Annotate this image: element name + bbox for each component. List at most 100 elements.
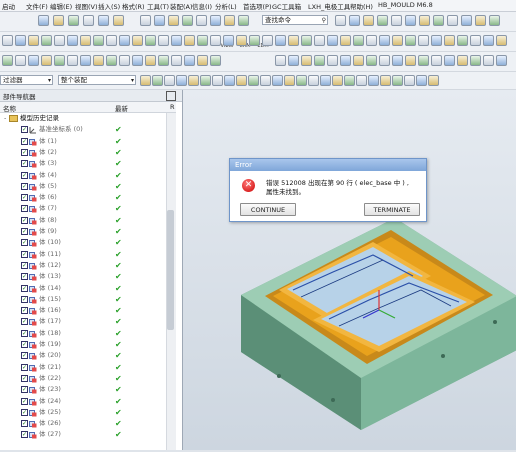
toolbar-button-icon[interactable] (391, 15, 402, 26)
col-name[interactable]: 名称 (3, 103, 16, 113)
toolbar-button-icon[interactable] (320, 75, 331, 86)
toolbar-button-icon[interactable] (296, 75, 307, 86)
list-item[interactable]: ✓ 体 (24) ✔ (0, 396, 168, 407)
toolbar-button-icon[interactable] (145, 55, 156, 66)
toolbar-button-icon[interactable] (404, 75, 415, 86)
toolbar-button-icon[interactable] (431, 55, 442, 66)
toolbar-button-icon[interactable] (356, 75, 367, 86)
checkbox[interactable]: ✓ (21, 420, 28, 428)
toolbar-button-icon[interactable] (444, 35, 455, 46)
list-item[interactable]: ✓ 体 (1) ✔ (0, 136, 168, 147)
menu-item[interactable]: 启动 (2, 1, 15, 11)
toolbar-button-icon[interactable] (15, 55, 26, 66)
list-item[interactable]: ✓ 体 (15) ✔ (0, 294, 168, 305)
terminate-button[interactable]: TERMINATE (364, 203, 420, 216)
toolbar-button-icon[interactable] (113, 15, 124, 26)
toolbar-button-icon[interactable] (67, 55, 78, 66)
toolbar-button-icon[interactable] (236, 35, 247, 46)
checkbox[interactable]: ✓ (21, 386, 28, 394)
checkbox[interactable]: ✓ (21, 273, 28, 281)
toolbar-button-icon[interactable] (197, 55, 208, 66)
menu-item[interactable]: 帮助(H) (350, 1, 373, 11)
toolbar-button-icon[interactable] (288, 35, 299, 46)
toolbar-button-icon[interactable] (416, 75, 427, 86)
toolbar-button-icon[interactable] (171, 55, 182, 66)
list-item[interactable]: ✓ 体 (18) ✔ (0, 328, 168, 339)
toolbar-button-icon[interactable] (392, 75, 403, 86)
toolbar-button-icon[interactable] (489, 15, 500, 26)
toolbar-button-icon[interactable] (262, 35, 273, 46)
col-extra[interactable]: R (170, 103, 175, 111)
checkbox[interactable]: ✓ (21, 160, 28, 168)
list-item[interactable]: ✓ 体 (9) ✔ (0, 226, 168, 237)
menu-item[interactable]: 视图(V) (75, 1, 98, 11)
checkbox[interactable]: ✓ (21, 261, 28, 269)
menu-item[interactable]: 格式(R) (122, 1, 145, 11)
toolbar-button-icon[interactable] (176, 75, 187, 86)
toolbar-button-icon[interactable] (54, 35, 65, 46)
checkbox[interactable]: ✓ (21, 216, 28, 224)
toolbar-button-icon[interactable] (210, 35, 221, 46)
toolbar-button-icon[interactable] (168, 15, 179, 26)
checkbox[interactable]: ✓ (21, 397, 28, 405)
menu-item[interactable]: 装配(A) (170, 1, 193, 11)
toolbar-button-icon[interactable] (433, 15, 444, 26)
toolbar-button-icon[interactable] (15, 35, 26, 46)
toolbar-button-icon[interactable] (164, 75, 175, 86)
tree-root[interactable]: - 模型历史记录 (0, 113, 168, 124)
list-item[interactable]: ✓ 体 (12) ✔ (0, 260, 168, 271)
toolbar-button-icon[interactable] (223, 35, 234, 46)
checkbox[interactable]: ✓ (21, 239, 28, 247)
menu-item[interactable]: HB_MOULD M6.8 (378, 1, 433, 9)
toolbar-button-icon[interactable] (93, 35, 104, 46)
checkbox[interactable]: ✓ (21, 284, 28, 292)
toolbar-button-icon[interactable] (53, 15, 64, 26)
checkbox[interactable]: ✓ (21, 408, 28, 416)
toolbar-button-icon[interactable] (447, 15, 458, 26)
checkbox[interactable]: ✓ (21, 363, 28, 371)
toolbar-button-icon[interactable] (158, 35, 169, 46)
toolbar-button-icon[interactable] (363, 15, 374, 26)
toolbar-button-icon[interactable] (368, 75, 379, 86)
toolbar-button-icon[interactable] (41, 35, 52, 46)
toolbar-button-icon[interactable] (188, 75, 199, 86)
toolbar-button-icon[interactable] (93, 55, 104, 66)
toolbar-button-icon[interactable] (154, 15, 165, 26)
toolbar-button-icon[interactable] (184, 55, 195, 66)
toolbar-button-icon[interactable] (119, 35, 130, 46)
menu-item[interactable]: 工具(T) (147, 1, 169, 11)
list-item[interactable]: ✓ 体 (7) ✔ (0, 203, 168, 214)
toolbar-button-icon[interactable] (457, 55, 468, 66)
toolbar-button-icon[interactable] (332, 75, 343, 86)
list-item[interactable]: ✓ 体 (19) ✔ (0, 339, 168, 350)
menu-item[interactable]: GC工具箱 (272, 1, 301, 11)
toolbar-button-icon[interactable] (54, 55, 65, 66)
toolbar-button-icon[interactable] (335, 15, 346, 26)
toolbar-button-icon[interactable] (314, 35, 325, 46)
menu-item[interactable]: 编辑(E) (50, 1, 72, 11)
checkbox[interactable]: ✓ (21, 137, 28, 145)
list-item[interactable]: ✓ 体 (2) ✔ (0, 147, 168, 158)
toolbar-button-icon[interactable] (80, 35, 91, 46)
toolbar-button-icon[interactable] (431, 35, 442, 46)
toolbar-button-icon[interactable] (288, 55, 299, 66)
col-latest[interactable]: 最新 (115, 103, 128, 113)
toolbar-button-icon[interactable] (184, 35, 195, 46)
checkbox[interactable]: ✓ (21, 307, 28, 315)
toolbar-button-icon[interactable] (344, 75, 355, 86)
checkbox[interactable]: ✓ (21, 374, 28, 382)
toolbar-button-icon[interactable] (418, 35, 429, 46)
toolbar-button-icon[interactable] (308, 75, 319, 86)
toolbar-button-icon[interactable] (98, 15, 109, 26)
menu-item[interactable]: 分析(L) (215, 1, 237, 11)
toolbar-button-icon[interactable] (210, 55, 221, 66)
toolbar-button-icon[interactable] (83, 15, 94, 26)
checkbox[interactable]: ✓ (21, 431, 28, 439)
list-item[interactable]: ✓ 体 (3) ✔ (0, 158, 168, 169)
list-item[interactable]: ✓ 体 (14) ✔ (0, 283, 168, 294)
toolbar-button-icon[interactable] (419, 15, 430, 26)
toolbar-button-icon[interactable] (327, 55, 338, 66)
collapse-icon[interactable]: - (4, 113, 6, 124)
toolbar-button-icon[interactable] (483, 55, 494, 66)
toolbar-button-icon[interactable] (67, 35, 78, 46)
